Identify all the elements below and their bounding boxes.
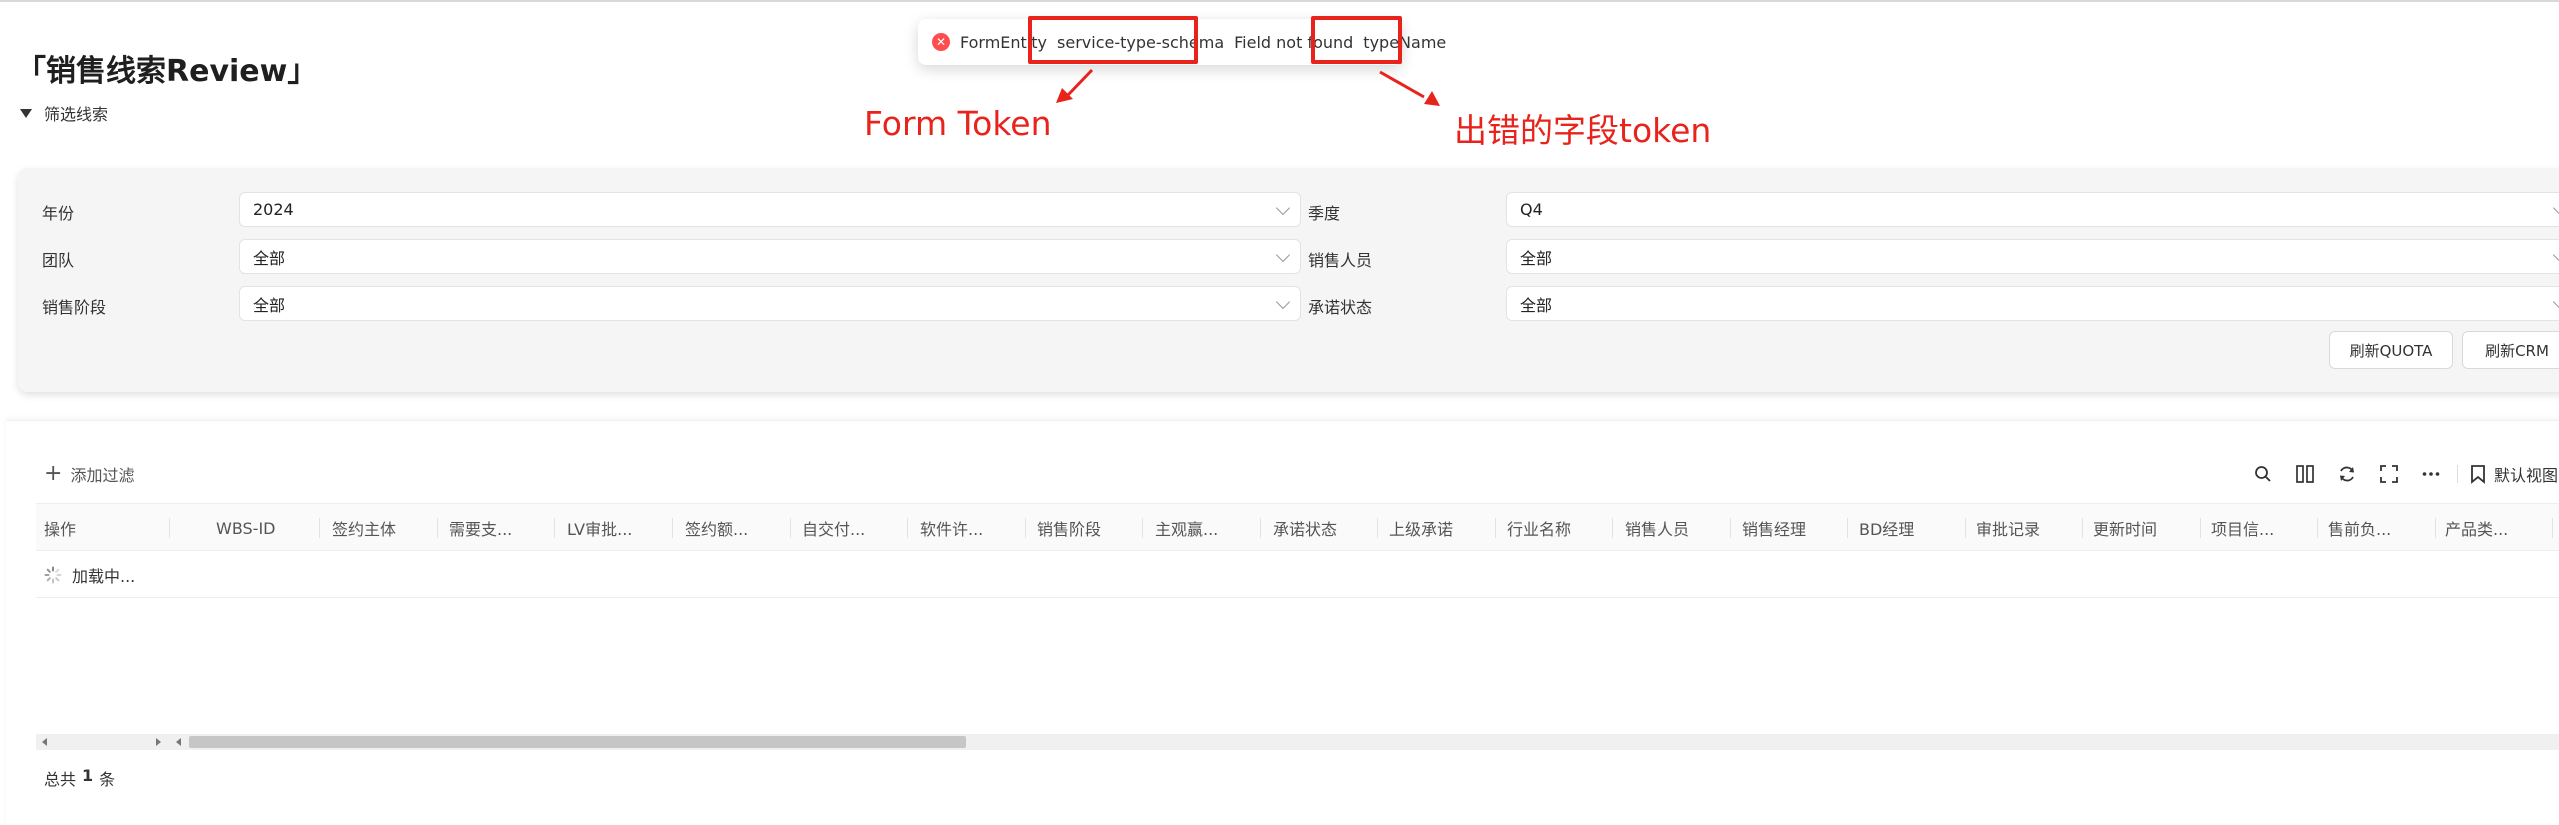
arrow-line bbox=[1379, 70, 1425, 99]
arrow-line bbox=[1066, 68, 1094, 97]
app-root: 「销售线索Review」 筛选线索 年份 2024 季度 Q4 团队 全部 销售… bbox=[0, 0, 2559, 825]
arrow-head bbox=[1424, 91, 1440, 106]
arrow-head bbox=[1056, 88, 1073, 103]
form-token-annotation: Form Token bbox=[864, 104, 1052, 143]
field-token-annotation: 出错的字段token bbox=[1454, 111, 1712, 150]
annotation-arrows bbox=[1056, 68, 1440, 106]
